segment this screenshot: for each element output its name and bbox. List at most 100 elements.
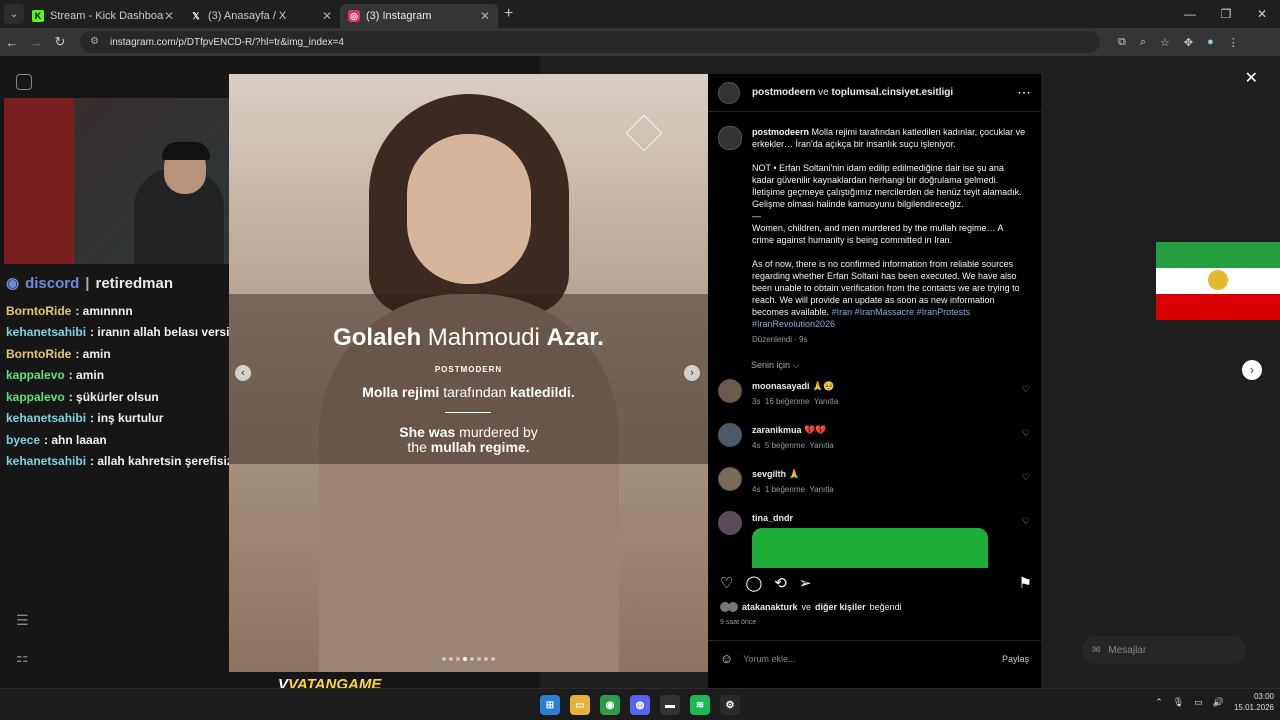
spotify-icon[interactable]: ≋ — [690, 695, 710, 715]
caption-author[interactable]: postmodeern — [752, 127, 809, 137]
lion-sun-emblem — [1208, 270, 1228, 290]
heart-icon[interactable]: ♡ — [1022, 428, 1030, 439]
comment-likes[interactable]: 16 beğenme — [765, 397, 809, 406]
bookmark-star-icon[interactable]: ☆ — [1160, 36, 1170, 49]
avatar[interactable] — [718, 467, 742, 491]
chat-user: kehanetsahibi — [6, 325, 87, 340]
joiner-text: ve — [818, 87, 829, 98]
clock[interactable]: 03:00 15.01.2026 — [1234, 691, 1274, 713]
tab-x[interactable]: 𝕏 (3) Anasayfa / X ✕ — [182, 4, 340, 28]
restore-icon[interactable]: ❐ — [1208, 0, 1244, 28]
english-caption: She was murdered by the mullah regime. — [399, 424, 538, 455]
close-window-icon[interactable]: ✕ — [1244, 0, 1280, 28]
instagram-logo-icon[interactable] — [16, 74, 32, 90]
avatar[interactable] — [718, 423, 742, 447]
comment-user[interactable]: zaranikmua — [752, 425, 802, 435]
emoji-icon[interactable]: ☺ — [720, 651, 733, 666]
site-info-icon[interactable]: ⚙ — [90, 36, 102, 48]
post-header: postmodeern ve toplumsal.cinsiyet.esitli… — [708, 74, 1041, 112]
instagram-page: ◉ discord | retiredman BorntoRide: amınn… — [0, 56, 1280, 688]
avatar[interactable] — [718, 379, 742, 403]
close-tab-icon[interactable]: ✕ — [480, 9, 490, 23]
reload-icon[interactable]: ↻ — [48, 34, 72, 50]
tray-chevron-icon[interactable]: ⌃ — [1155, 697, 1163, 708]
heart-icon[interactable]: ♡ — [1022, 516, 1030, 527]
coauthor-link[interactable]: toplumsal.cinsiyet.esitligi — [831, 87, 953, 98]
carousel-next-icon[interactable]: › — [684, 365, 700, 381]
apps-icon[interactable]: ⚏ — [16, 649, 29, 666]
reply-button[interactable]: Yanıtla — [809, 485, 833, 494]
install-icon[interactable]: ⧉ — [1118, 36, 1126, 49]
heart-icon[interactable]: ♡ — [1022, 472, 1030, 483]
chat-user: BorntoRide — [6, 303, 72, 318]
avatar[interactable] — [718, 126, 742, 150]
steam-icon[interactable]: ⚙ — [720, 695, 740, 715]
tab-search-button[interactable]: ⌄ — [4, 4, 24, 24]
network-icon[interactable]: ▭ — [1194, 697, 1203, 708]
extensions-icon[interactable]: ✥ — [1184, 36, 1193, 49]
comment-item: sevgilth 🙏 4s 1 beğenme Yanıtla ♡ — [718, 467, 1036, 511]
close-icon[interactable]: ✕ — [1245, 68, 1258, 88]
post-comment-button[interactable]: Paylaş — [1002, 654, 1029, 664]
comment-user[interactable]: moonasayadi — [752, 381, 810, 391]
reply-button[interactable]: Yanıtla — [809, 441, 833, 450]
others-link[interactable]: diğer kişiler — [815, 602, 866, 612]
forward-icon[interactable]: → — [24, 35, 48, 50]
close-tab-icon[interactable]: ✕ — [322, 9, 332, 23]
menu-dots-icon[interactable]: ⋮ — [1228, 36, 1239, 49]
comment-sort[interactable]: Senin için ⌵ — [751, 360, 799, 371]
comment-user[interactable]: tina_dndr — [752, 513, 793, 523]
heart-icon[interactable]: ♡ — [1022, 384, 1030, 395]
chat-user: byece — [6, 432, 41, 447]
chat-user: kehanetsahibi — [6, 454, 87, 469]
comment-likes[interactable]: 5 beğenme — [765, 441, 805, 450]
profile-avatar[interactable]: ● — [1207, 36, 1214, 49]
tab-instagram[interactable]: ◎ (3) Instagram ✕ — [340, 4, 498, 28]
tab-title: (3) Instagram — [366, 10, 432, 22]
address-bar-row: ← → ↻ ⚙ instagram.com/p/DTfpvENCD-R/?hl=… — [0, 28, 1280, 56]
more-options-icon[interactable]: ⋯ — [1017, 84, 1031, 101]
comment-likes[interactable]: 1 beğenme — [765, 485, 805, 494]
carousel-dots — [229, 657, 708, 661]
chat-text: inş kurtulur — [97, 411, 164, 426]
mic-icon[interactable]: 🎙 — [1173, 697, 1184, 708]
tab-title: (3) Anasayfa / X — [208, 10, 287, 22]
more-menu-icon[interactable]: ☰ — [16, 612, 29, 629]
clock-date: 15.01.2026 — [1233, 703, 1274, 712]
obs-icon[interactable]: ▬ — [660, 695, 680, 715]
minimize-icon[interactable]: — — [1172, 0, 1208, 28]
save-bookmark-icon[interactable]: ⚑ — [1019, 574, 1032, 592]
reply-button[interactable]: Yanıtla — [814, 397, 838, 406]
discord-taskbar-icon[interactable]: ◍ — [630, 695, 650, 715]
watermark-logo-icon — [625, 114, 663, 152]
avatar[interactable] — [718, 511, 742, 535]
comment-icon[interactable]: ◯ — [745, 574, 762, 592]
file-explorer-icon[interactable]: ▭ — [570, 695, 590, 715]
like-icon[interactable]: ♡ — [720, 574, 733, 592]
back-icon[interactable]: ← — [0, 35, 24, 50]
chat-text: ahn laaan — [51, 432, 107, 447]
share-icon[interactable]: ➢ — [799, 574, 812, 592]
chat-user: kappalevo — [6, 368, 65, 383]
chrome-icon[interactable]: ◉ — [600, 695, 620, 715]
carousel-prev-icon[interactable]: ‹ — [235, 365, 251, 381]
system-tray: ⌃ 🎙 ▭ 🔊 03:00 15.01.2026 — [1155, 691, 1274, 713]
liker-link[interactable]: atakanakturk — [742, 602, 798, 612]
avatar[interactable] — [718, 81, 740, 104]
tab-kick[interactable]: K Stream - Kick Dashboard ✕ — [24, 4, 182, 28]
close-tab-icon[interactable]: ✕ — [164, 9, 174, 23]
messages-button[interactable]: ✉ Mesajlar — [1082, 636, 1246, 664]
next-post-icon[interactable]: › — [1242, 360, 1262, 380]
url-text: instagram.com/p/DTfpvENCD-R/?hl=tr&img_i… — [110, 36, 344, 48]
post-actions: ♡ ◯ ⟲ ➢ ⚑ — [720, 574, 1032, 592]
comment-input[interactable]: Yorum ekle... — [743, 654, 1002, 664]
windows-start-icon[interactable]: ⊞ — [540, 695, 560, 715]
zoom-icon[interactable]: ⌕ — [1140, 36, 1146, 49]
url-field[interactable]: ⚙ instagram.com/p/DTfpvENCD-R/?hl=tr&img… — [80, 31, 1100, 53]
volume-icon[interactable]: 🔊 — [1213, 697, 1224, 708]
repost-icon[interactable]: ⟲ — [774, 574, 787, 592]
author-link[interactable]: postmodeern — [752, 87, 815, 98]
comment-user[interactable]: sevgilth — [752, 469, 786, 479]
discord-user: retiredman — [95, 274, 174, 292]
new-tab-icon[interactable]: + — [504, 5, 513, 23]
